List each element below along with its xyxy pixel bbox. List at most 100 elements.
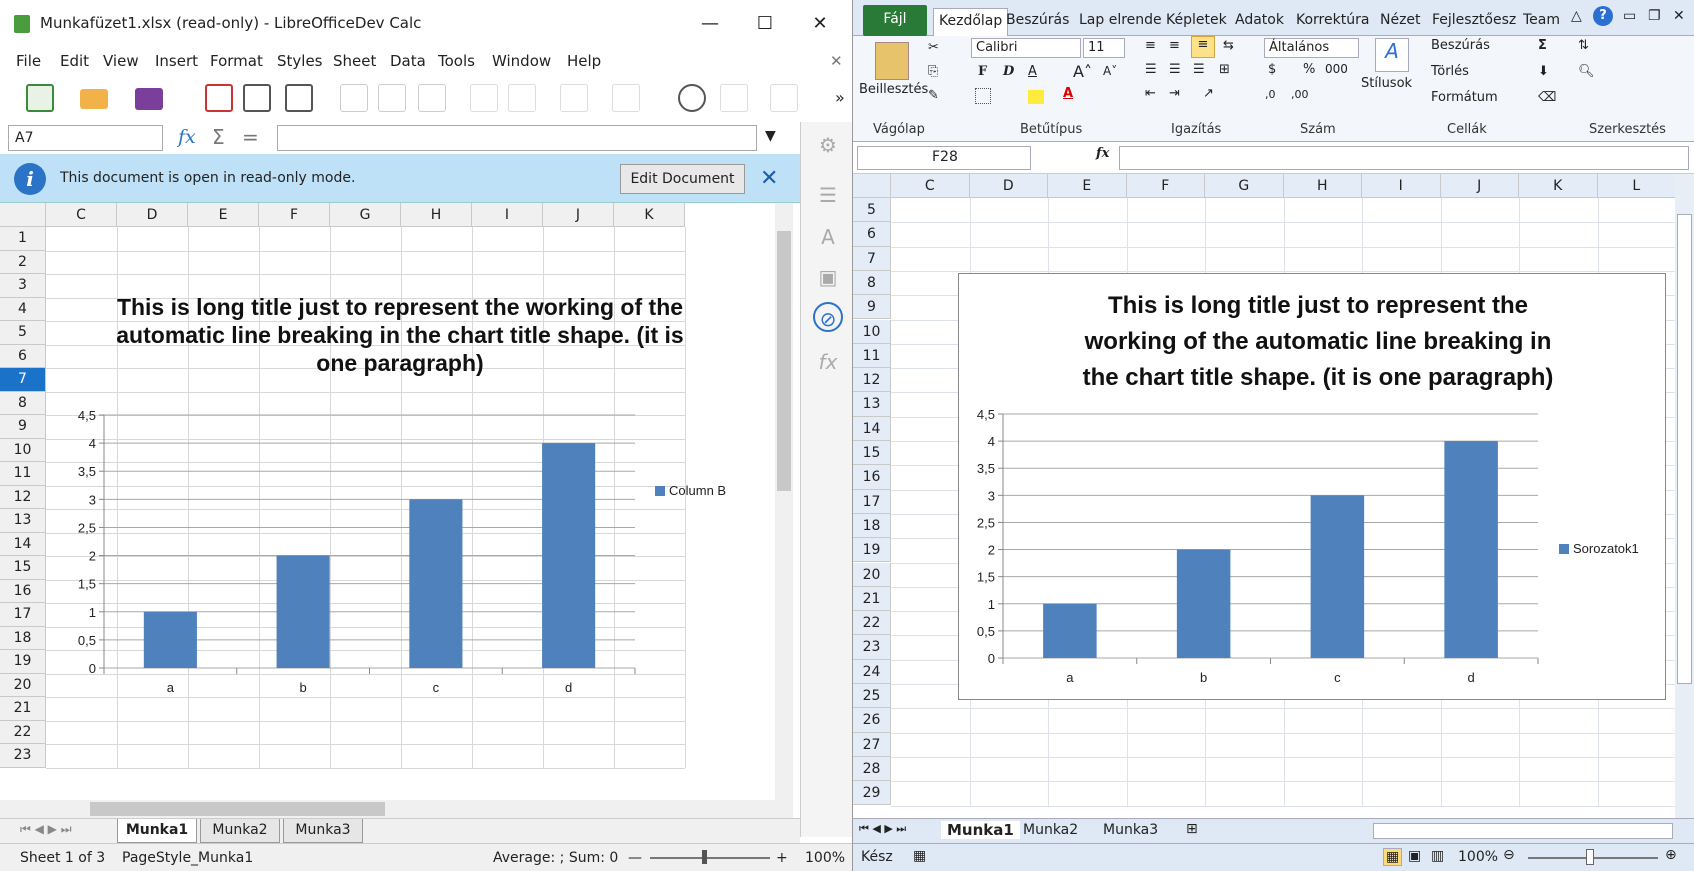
cut-icon[interactable]: ✂	[928, 40, 939, 55]
xl-column-header[interactable]: J	[1440, 174, 1519, 198]
xl-column-header[interactable]: E	[1048, 174, 1127, 198]
xl-row-header[interactable]: 9	[853, 295, 891, 320]
xl-row-header[interactable]: 19	[853, 538, 891, 563]
align-right-icon[interactable]: ☰	[1193, 62, 1205, 77]
xl-row-header[interactable]: 28	[853, 756, 891, 782]
toolbar-overflow-icon[interactable]: »	[835, 88, 845, 107]
lo-column-header[interactable]: C	[46, 203, 117, 227]
percent-icon[interactable]: %	[1303, 62, 1315, 77]
align-left-icon[interactable]: ☰	[1145, 62, 1157, 77]
paste-icon[interactable]	[418, 84, 446, 112]
function-wizard-icon[interactable]: fx	[178, 126, 196, 148]
xl-zoom-in-icon[interactable]: ⊕	[1665, 847, 1677, 863]
infobar-close-icon[interactable]: ✕	[760, 166, 778, 191]
decrease-indent-icon[interactable]: ⇤	[1145, 86, 1156, 101]
xl-row-header[interactable]: 22	[853, 611, 891, 636]
horizontal-scroll-thumb[interactable]	[90, 802, 385, 816]
lo-row-header[interactable]: 9	[0, 415, 46, 439]
xl-row-header[interactable]: 18	[853, 513, 891, 539]
merge-center-icon[interactable]: ⊞	[1219, 62, 1230, 77]
xl-row-header[interactable]: 6	[853, 222, 891, 247]
zoom-in-icon[interactable]: +	[776, 850, 788, 866]
row-column-icon[interactable]	[770, 84, 798, 112]
orientation-icon[interactable]: ↗	[1203, 86, 1214, 101]
undo-icon[interactable]	[560, 84, 588, 112]
xl-row-header[interactable]: 15	[853, 441, 891, 466]
functions-icon[interactable]: fx	[813, 347, 843, 377]
lo-row-header[interactable]: 11	[0, 462, 46, 486]
menu-edit[interactable]: Edit	[60, 52, 89, 70]
tab-insert[interactable]: Beszúrás	[1001, 8, 1074, 36]
xl-row-header[interactable]: 7	[853, 246, 891, 271]
lo-row-header[interactable]: 22	[0, 720, 46, 744]
maximize-button[interactable]: ☐	[745, 10, 785, 38]
xl-chart[interactable]: This is long title just to represent the…	[958, 273, 1666, 700]
edit-document-button[interactable]: Edit Document	[620, 164, 745, 194]
tab-formulas[interactable]: Képletek	[1161, 8, 1232, 36]
xl-tab-nav-arrows-icon[interactable]: ⏮ ◀ ▶ ⏭	[859, 822, 906, 836]
insert-function-icon[interactable]: fx	[1096, 146, 1109, 161]
xl-tab-munka3[interactable]: Munka3	[1103, 822, 1158, 838]
autosum-icon[interactable]: Σ	[1538, 38, 1547, 53]
xl-column-header[interactable]: I	[1362, 174, 1441, 198]
xl-row-header[interactable]: 17	[853, 489, 891, 514]
bold-icon[interactable]: F	[978, 64, 987, 79]
lo-row-header[interactable]: 23	[0, 744, 46, 768]
paste-icon[interactable]	[875, 42, 909, 80]
open-icon[interactable]	[80, 89, 108, 109]
tab-view[interactable]: Nézet	[1375, 8, 1426, 36]
xl-row-header[interactable]: 26	[853, 708, 891, 733]
xl-row-header[interactable]: 29	[853, 781, 891, 806]
lo-column-header[interactable]: F	[259, 203, 330, 227]
lo-column-header[interactable]: G	[330, 203, 401, 227]
xl-row-header[interactable]: 16	[853, 465, 891, 490]
xl-row-header[interactable]: 12	[853, 368, 891, 393]
sidebar-properties-icon[interactable]: ☰	[813, 180, 843, 210]
navigator-icon[interactable]: ⊘	[813, 302, 843, 332]
minimize-button[interactable]: —	[690, 10, 730, 38]
lo-row-header[interactable]: 1	[0, 227, 46, 251]
lo-row-header[interactable]: 13	[0, 509, 46, 533]
ribbon-collapse-icon[interactable]: △	[1571, 8, 1582, 24]
xl-column-header[interactable]: F	[1126, 174, 1205, 198]
lo-column-header[interactable]: K	[614, 203, 685, 227]
align-bottom-icon[interactable]: ≡	[1191, 36, 1215, 58]
styles-label[interactable]: Stílusok	[1361, 76, 1412, 91]
formula-input[interactable]	[277, 125, 757, 151]
tab-review[interactable]: Korrektúra	[1291, 8, 1374, 36]
lo-row-header[interactable]: 3	[0, 274, 46, 298]
clone-formatting-icon[interactable]	[470, 84, 498, 112]
new-icon[interactable]	[26, 84, 54, 112]
page-layout-view-icon[interactable]: ▣	[1408, 848, 1421, 864]
xl-column-header[interactable]: K	[1519, 174, 1598, 198]
xl-name-box[interactable]: F28	[857, 146, 1031, 170]
lo-row-header[interactable]: 18	[0, 626, 46, 650]
lo-row-header[interactable]: 4	[0, 297, 46, 321]
zoom-slider[interactable]	[650, 857, 770, 859]
xl-vertical-scrollbar[interactable]	[1675, 174, 1694, 818]
thousands-icon[interactable]: 000	[1325, 62, 1348, 76]
zoom-out-icon[interactable]: —	[628, 850, 642, 866]
xl-row-header[interactable]: 21	[853, 586, 891, 612]
xl-row-header[interactable]: 25	[853, 684, 891, 709]
xl-row-header[interactable]: 20	[853, 562, 891, 587]
lo-tab-munka2[interactable]: Munka2	[200, 819, 280, 843]
xl-column-header[interactable]: G	[1205, 174, 1284, 198]
menu-insert[interactable]: Insert	[155, 52, 198, 70]
xl-column-header[interactable]: D	[969, 174, 1048, 198]
lo-row-header[interactable]: 10	[0, 438, 46, 462]
vertical-scroll-thumb[interactable]	[777, 231, 791, 491]
gallery-icon[interactable]: ▣	[813, 262, 843, 292]
xl-row-header[interactable]: 11	[853, 343, 891, 369]
file-tab[interactable]: Fájl	[863, 5, 927, 36]
font-color-icon[interactable]: A	[1063, 86, 1073, 101]
cut-icon[interactable]	[340, 84, 368, 112]
lo-row-header[interactable]: 2	[0, 250, 46, 274]
save-icon[interactable]	[135, 88, 163, 110]
help-icon[interactable]: ?	[1593, 6, 1613, 26]
lo-tab-munka3[interactable]: Munka3	[283, 819, 363, 843]
close-button[interactable]: ✕	[800, 10, 840, 38]
tab-nav-arrows-icon[interactable]: ⏮ ◀ ▶ ⏭	[20, 822, 72, 837]
redo-icon[interactable]	[612, 84, 640, 112]
tab-data[interactable]: Adatok	[1230, 8, 1289, 36]
